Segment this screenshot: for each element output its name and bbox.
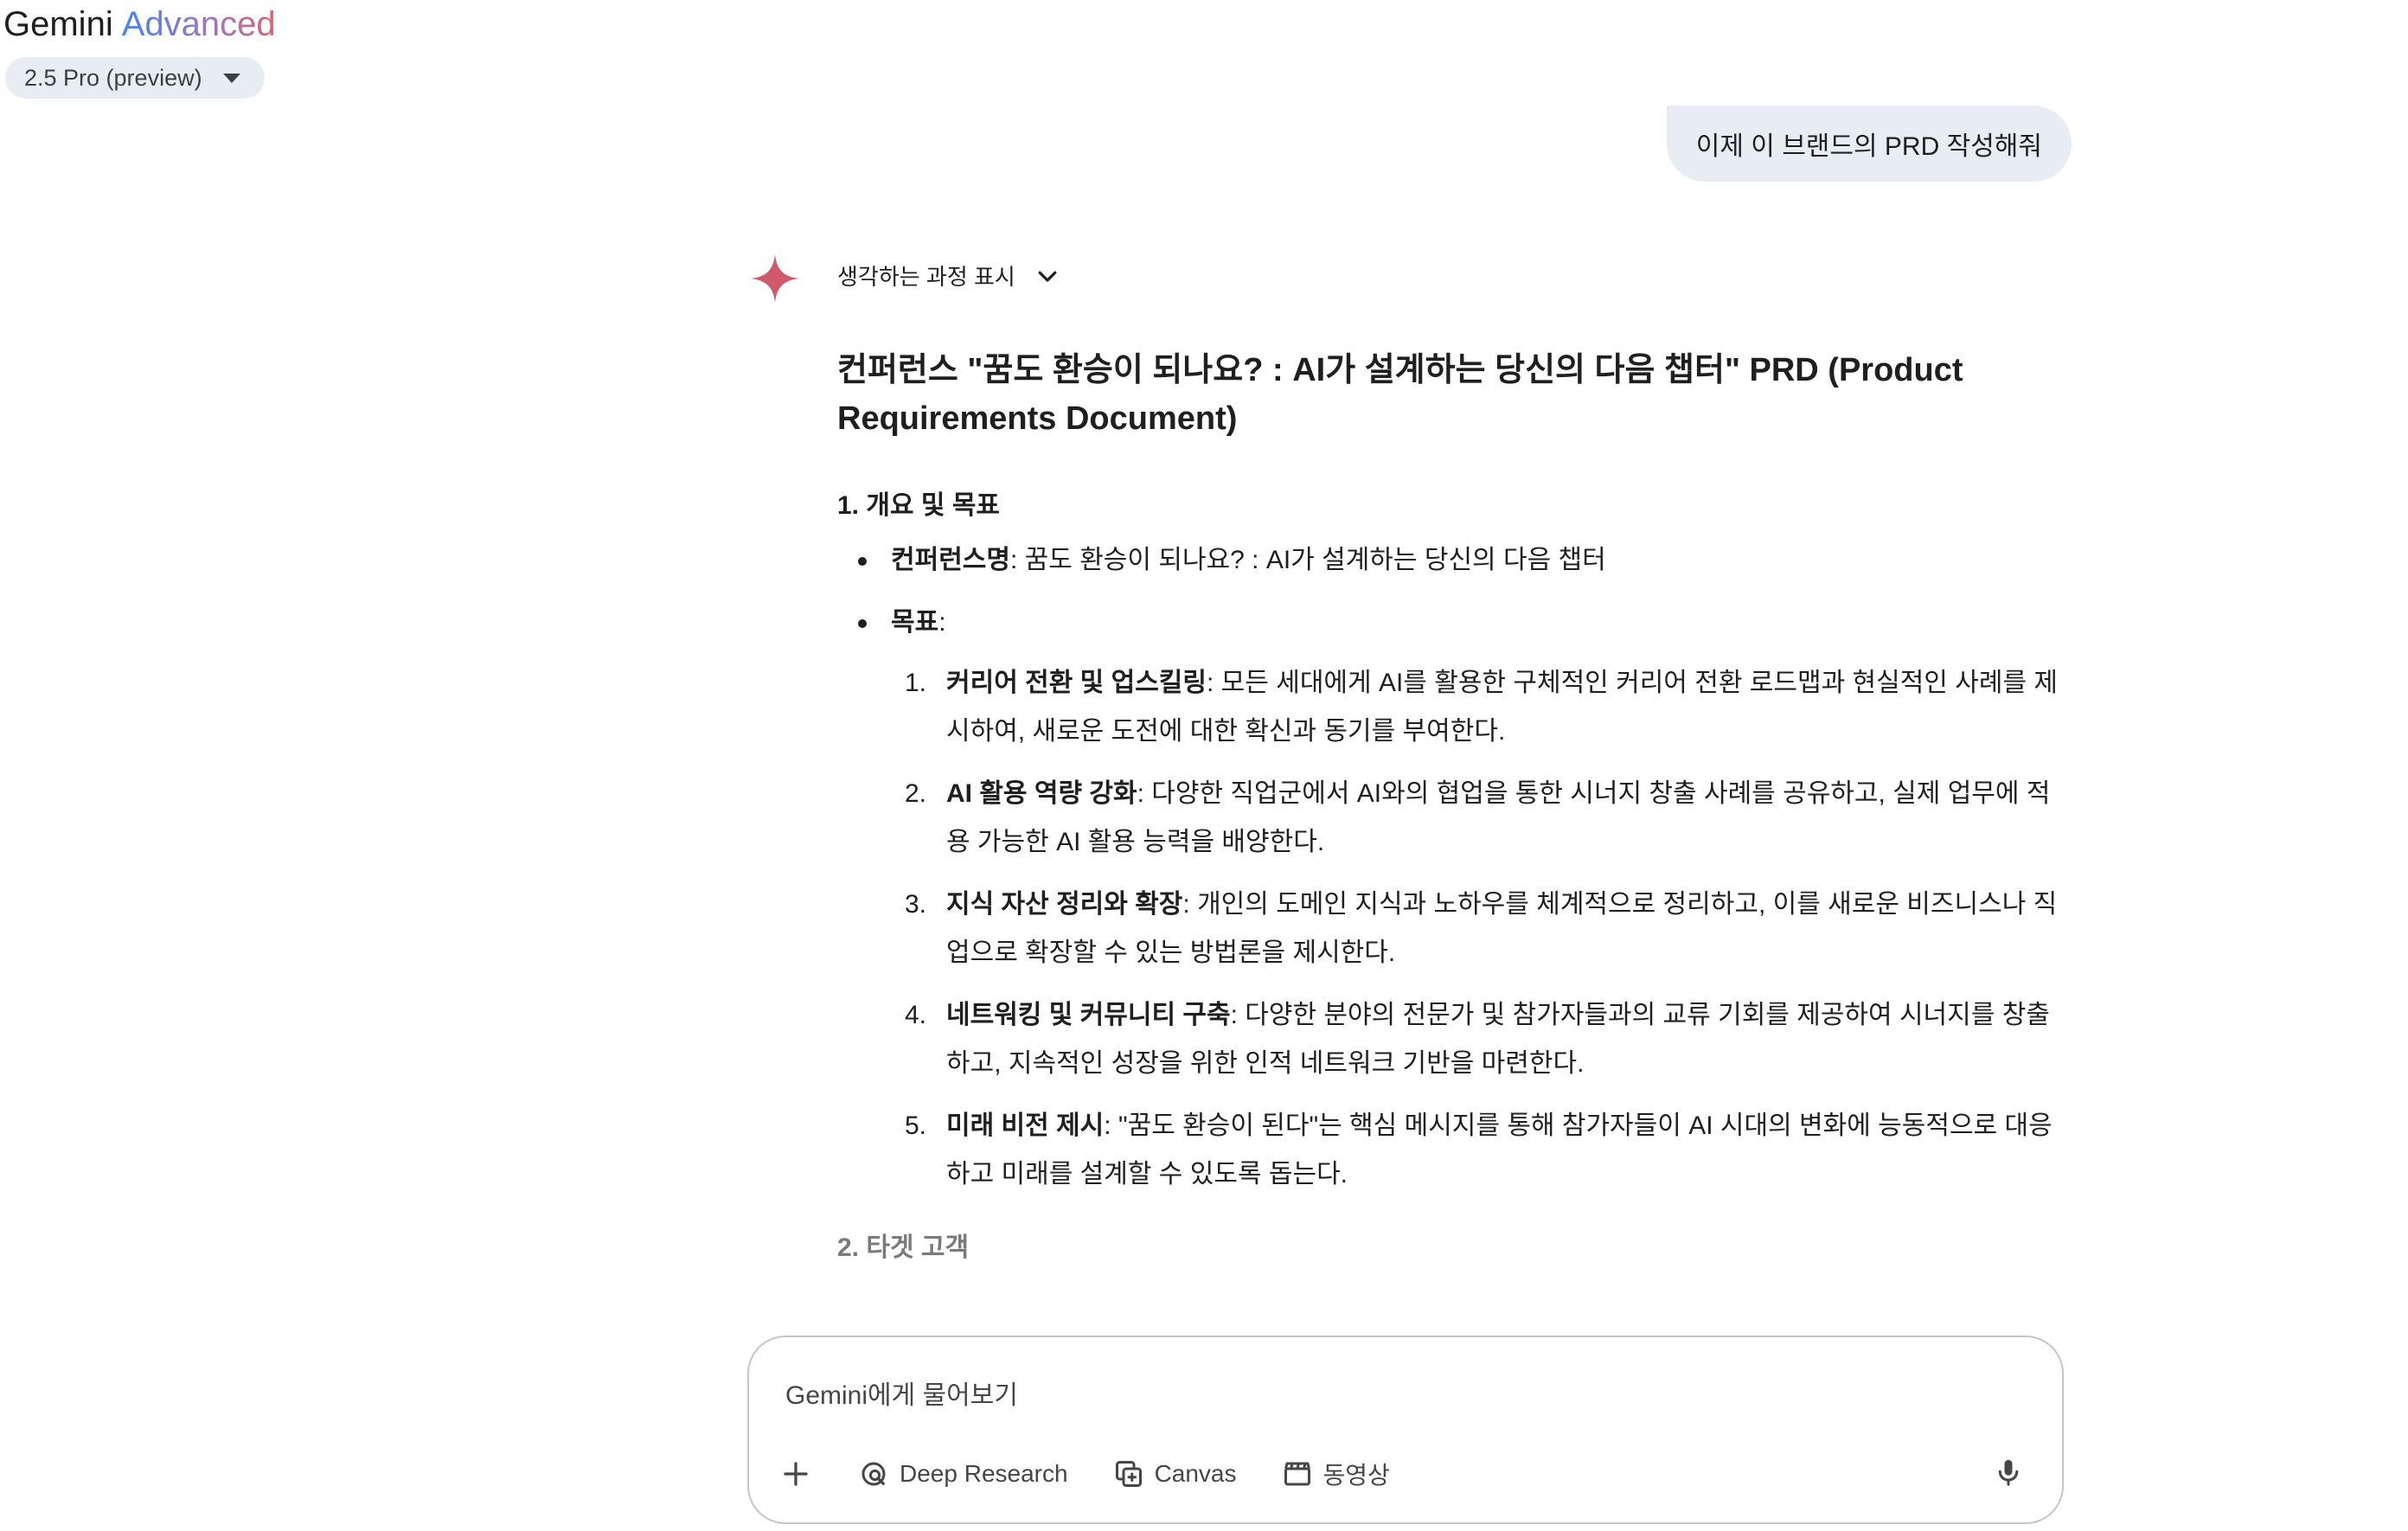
- deep-research-label: Deep Research: [900, 1460, 1068, 1487]
- app-name: Gemini: [3, 5, 113, 43]
- deep-research-icon: [861, 1462, 886, 1486]
- response-title: 컨퍼런스 "꿈도 환승이 되나요? : AI가 설계하는 당신의 다음 챕터" …: [837, 352, 1963, 437]
- list-item: 1. 커리어 전환 및 업스킬링: 모든 세대에게 AI를 활용한 구체적인 커…: [837, 659, 2065, 756]
- goals-list: 1. 커리어 전환 및 업스킬링: 모든 세대에게 AI를 활용한 구체적인 커…: [837, 659, 2065, 1199]
- canvas-button[interactable]: Canvas: [1113, 1458, 1237, 1489]
- goal-title: 지식 자산 정리와 확장: [946, 890, 1183, 919]
- model-label: 2.5 Pro (preview): [24, 64, 202, 91]
- goal-number: 3.: [905, 890, 927, 919]
- goal-title: 미래 비전 제시: [946, 1111, 1105, 1140]
- list-item: 4. 네트워킹 및 커뮤니티 구축: 다양한 분야의 전문가 및 참가자들과의 …: [837, 991, 2065, 1088]
- goal-number: 1.: [905, 669, 927, 697]
- clapperboard-icon: [1284, 1462, 1310, 1486]
- bullet-icon: [858, 557, 867, 566]
- goal-title: 네트워킹 및 커뮤니티 구축: [946, 1001, 1231, 1029]
- goals-label: 목표: [891, 608, 939, 637]
- chevron-down-icon: [1038, 271, 1057, 282]
- gemini-sparkle-icon: [751, 254, 799, 303]
- list-item: 컨퍼런스명: 꿈도 환승이 되나요? : AI가 설계하는 당신의 다음 챕터: [837, 536, 2065, 585]
- canvas-label: Canvas: [1154, 1460, 1237, 1487]
- model-selector-button[interactable]: 2.5 Pro (preview): [5, 57, 265, 99]
- microphone-icon[interactable]: [1993, 1457, 2024, 1488]
- app-brand: Gemini Advanced: [3, 2, 276, 47]
- goal-title: AI 활용 역량 강화: [946, 779, 1137, 808]
- list-item: 3. 지식 자산 정리와 확장: 개인의 도메인 지식과 노하우를 체계적으로 …: [837, 881, 2065, 977]
- list-item: 5. 미래 비전 제시: "꿈도 환승이 된다"는 핵심 메시지를 통해 참가자…: [837, 1102, 2065, 1199]
- list-item: 목표: 1. 커리어 전환 및 업스킬링: 모든 세대에게 AI를 활용한 구체…: [837, 599, 2065, 1199]
- user-message-bubble: 이제 이 브랜드의 PRD 작성해줘: [1666, 106, 2072, 182]
- caret-down-icon: [222, 73, 240, 83]
- bullet-icon: [858, 619, 867, 628]
- video-button[interactable]: 동영상: [1282, 1457, 1390, 1491]
- video-label: 동영상: [1322, 1462, 1390, 1489]
- goal-number: 5.: [905, 1111, 927, 1140]
- conference-name-value: : 꿈도 환승이 되나요? : AI가 설계하는 당신의 다음 챕터: [1010, 546, 1606, 574]
- goal-text: : "꿈도 환승이 된다"는 핵심 메시지를 통해 참가자들이 AI 시대의 변…: [946, 1111, 2053, 1188]
- plus-icon[interactable]: [780, 1458, 811, 1489]
- canvas-icon: [1115, 1461, 1142, 1487]
- thinking-label: 생각하는 과정 표시: [837, 264, 1015, 290]
- tier-label: Advanced: [121, 5, 276, 43]
- goal-number: 4.: [905, 1001, 927, 1029]
- prompt-input-box[interactable]: Gemini에게 물어보기 Deep Research Canvas 동영상: [747, 1336, 2064, 1524]
- goal-title: 커리어 전환 및 업스킬링: [946, 669, 1207, 697]
- prompt-input[interactable]: Gemini에게 물어보기: [785, 1374, 1018, 1412]
- goals-colon: :: [938, 608, 946, 637]
- conference-name-label: 컨퍼런스명: [891, 546, 1010, 574]
- deep-research-button[interactable]: Deep Research: [858, 1458, 1068, 1489]
- response-content: 컨퍼런스 "꿈도 환승이 되나요? : AI가 설계하는 당신의 다음 챕터" …: [837, 346, 2065, 1266]
- user-message-text: 이제 이 브랜드의 PRD 작성해줘: [1695, 132, 2042, 161]
- show-thinking-toggle[interactable]: 생각하는 과정 표시: [837, 259, 1060, 291]
- list-item: 2. AI 활용 역량 강화: 다양한 직업군에서 AI와의 협업을 통한 시너…: [837, 770, 2065, 867]
- section-heading-overview: 1. 개요 및 목표: [837, 491, 1001, 520]
- overview-list: 컨퍼런스명: 꿈도 환승이 되나요? : AI가 설계하는 당신의 다음 챕터 …: [837, 536, 2065, 1199]
- input-toolbar: Deep Research Canvas 동영상: [780, 1457, 1435, 1491]
- goal-number: 2.: [905, 779, 927, 808]
- section-heading-target: 2. 타겟 고객: [837, 1233, 970, 1262]
